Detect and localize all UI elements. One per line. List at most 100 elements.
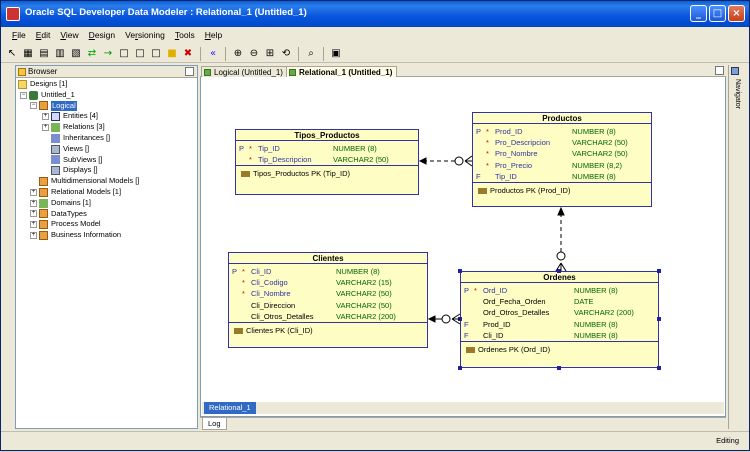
attribute-row[interactable]: Cli_Direccion VARCHAR2 (50) xyxy=(229,300,427,311)
attribute-row[interactable]: F Tip_ID NUMBER (8) xyxy=(473,171,651,182)
expand-icon[interactable]: + xyxy=(42,113,49,121)
key-flag: F xyxy=(476,171,481,181)
selection-handle[interactable] xyxy=(557,366,561,370)
expand-icon[interactable]: + xyxy=(30,199,37,207)
split-icon[interactable]: ▥ xyxy=(53,47,67,61)
tree-item-process-model[interactable]: + Process Model xyxy=(18,219,196,230)
key-flag: P xyxy=(232,267,238,276)
attribute-type: NUMBER (8) xyxy=(336,267,380,276)
navigator-icon[interactable] xyxy=(731,67,739,75)
attribute-row[interactable]: Ord_Fecha_Orden DATE xyxy=(461,296,658,307)
entity-productos[interactable]: Productos P * Prod_ID NUMBER (8) * Pro_Descri… xyxy=(472,112,652,207)
selection-handle[interactable] xyxy=(657,269,661,273)
attribute-type: VARCHAR2 (50) xyxy=(336,289,392,299)
tab-relational[interactable]: Relational_1 (Untitled_1) xyxy=(286,66,398,77)
menu-item[interactable]: Tools xyxy=(170,28,200,44)
browser-tab[interactable]: Browser xyxy=(16,66,197,78)
properties-icon[interactable]: ▣ xyxy=(329,47,343,61)
attribute-row[interactable]: P * Ord_ID NUMBER (8) xyxy=(461,285,658,296)
selection-handle[interactable] xyxy=(557,269,561,273)
zoom-out-icon[interactable]: ⊖ xyxy=(247,47,261,61)
tree-item-domains[interactable]: + Domains [1] xyxy=(18,198,196,209)
entity-ordenes[interactable]: Ordenes P * Ord_ID NUMBER (8) Ord_Fecha_Orde… xyxy=(460,271,659,368)
attribute-row[interactable]: Ord_Otros_Detalles VARCHAR2 (200) xyxy=(461,307,658,318)
attribute-row[interactable]: * Cli_Codigo VARCHAR2 (15) xyxy=(229,277,427,288)
layout-icon[interactable]: ⟲ xyxy=(279,47,293,61)
engineer-icon[interactable]: « xyxy=(206,47,220,61)
merge-icon[interactable]: ▧ xyxy=(69,47,83,61)
tree-item-displays[interactable]: Displays [] xyxy=(18,165,196,176)
collapse-icon[interactable]: − xyxy=(20,91,27,99)
selection-handle[interactable] xyxy=(458,269,462,273)
selection-handle[interactable] xyxy=(458,366,462,370)
tree-item-multidimensional[interactable]: Multidimensional Models [] xyxy=(18,176,196,187)
close-button[interactable]: × xyxy=(728,5,745,22)
expand-icon[interactable]: + xyxy=(42,124,49,132)
note-icon[interactable]: □ xyxy=(117,47,131,61)
menu-item[interactable]: File xyxy=(7,28,31,44)
tab-logical[interactable]: Logical (Untitled_1) xyxy=(201,66,288,77)
attribute-name: Tip_Descripcion xyxy=(258,155,312,165)
tree-item-subviews[interactable]: SubViews [] xyxy=(18,155,196,166)
selection-handle[interactable] xyxy=(657,366,661,370)
view-icon[interactable]: ▤ xyxy=(37,47,51,61)
picture-icon[interactable]: □ xyxy=(133,47,147,61)
attribute-row[interactable]: * Pro_Nombre VARCHAR2 (50) xyxy=(473,148,651,159)
tree-item-entities[interactable]: + Entities [4] xyxy=(18,111,196,122)
attribute-row[interactable]: F Prod_ID NUMBER (8) xyxy=(461,319,658,330)
attribute-row[interactable]: * Cli_Nombre VARCHAR2 (50) xyxy=(229,288,427,299)
relation-icon[interactable]: ⇄ xyxy=(85,47,99,61)
collapse-icon[interactable]: − xyxy=(30,102,37,110)
minimize-button[interactable]: _ xyxy=(690,5,707,22)
menu-bar: File Edit View Design Versioning Tools Help xyxy=(1,28,749,44)
tree-item-inheritances[interactable]: Inheritances [] xyxy=(18,133,196,144)
attribute-row[interactable]: F Cli_ID NUMBER (8) xyxy=(461,330,658,341)
menu-item[interactable]: Versioning xyxy=(120,28,170,44)
zoom-in-icon[interactable]: ⊕ xyxy=(231,47,245,61)
tab-list-icon[interactable] xyxy=(715,66,724,75)
entity-clientes[interactable]: Clientes P * Cli_ID NUMBER (8) * Cli_Codigo VA… xyxy=(228,252,428,348)
selection-handle[interactable] xyxy=(657,317,661,321)
expand-icon[interactable]: + xyxy=(30,210,37,218)
attribute-row[interactable]: P * Tip_ID NUMBER (8) xyxy=(236,143,418,154)
tree-item-relations[interactable]: + Relations [3] xyxy=(18,122,196,133)
tree-item-logical[interactable]: − Logical xyxy=(18,100,196,112)
folder-icon[interactable]: ■ xyxy=(165,47,179,61)
table-icon[interactable]: ▦ xyxy=(21,47,35,61)
select-pointer-icon[interactable]: ↖ xyxy=(5,47,19,61)
maximize-button[interactable]: □ xyxy=(709,5,726,22)
tree-item-relational[interactable]: + Relational Models [1] xyxy=(18,187,196,198)
menu-item[interactable]: Help xyxy=(200,28,227,44)
menu-item[interactable]: View xyxy=(55,28,83,44)
expand-icon[interactable]: + xyxy=(30,188,37,196)
attribute-row[interactable]: * Pro_Descripcion VARCHAR2 (50) xyxy=(473,137,651,148)
expand-icon[interactable]: + xyxy=(30,221,37,229)
attribute-row[interactable]: * Tip_Descripcion VARCHAR2 (50) xyxy=(236,154,418,165)
tree-item-views[interactable]: Views [] xyxy=(18,144,196,155)
fit-screen-icon[interactable]: ⊞ xyxy=(263,47,277,61)
domains-icon xyxy=(39,198,48,208)
find-icon[interactable]: ⌕ xyxy=(304,47,318,61)
delete-icon[interactable]: ✖ xyxy=(181,47,195,61)
expand-icon[interactable]: + xyxy=(30,232,37,240)
selection-handle[interactable] xyxy=(458,317,462,321)
attribute-row[interactable]: * Pro_Precio NUMBER (8,2) xyxy=(473,160,651,171)
tree-item-business-information[interactable]: + Business Information xyxy=(18,230,196,241)
attribute-type: VARCHAR2 (50) xyxy=(572,149,628,159)
tree-item-datatypes[interactable]: + DataTypes xyxy=(18,209,196,220)
tree-item-untitled[interactable]: − Untitled_1 xyxy=(18,90,196,101)
menu-item[interactable]: Design xyxy=(84,28,120,44)
attribute-row[interactable]: Cli_Otros_Detalles VARCHAR2 (200) xyxy=(229,311,427,322)
minimize-panel-icon[interactable] xyxy=(185,67,194,76)
attribute-row[interactable]: P * Cli_ID NUMBER (8) xyxy=(229,266,427,277)
menu-item[interactable]: Edit xyxy=(31,28,56,44)
tab-relational-1[interactable]: Relational_1 xyxy=(204,402,256,414)
comment-icon[interactable]: □ xyxy=(149,47,163,61)
entity-tipos-productos[interactable]: Tipos_Productos P * Tip_ID NUMBER (8) * Tip_D… xyxy=(235,129,419,195)
navigator-tab[interactable]: Navigator xyxy=(730,79,741,109)
attribute-row[interactable]: P * Prod_ID NUMBER (8) xyxy=(473,126,651,137)
business-information-icon xyxy=(39,231,48,241)
arrow-icon[interactable]: → xyxy=(101,47,115,61)
tab-log[interactable]: Log xyxy=(202,418,227,430)
tree-item-designs[interactable]: Designs [1] xyxy=(18,79,196,90)
